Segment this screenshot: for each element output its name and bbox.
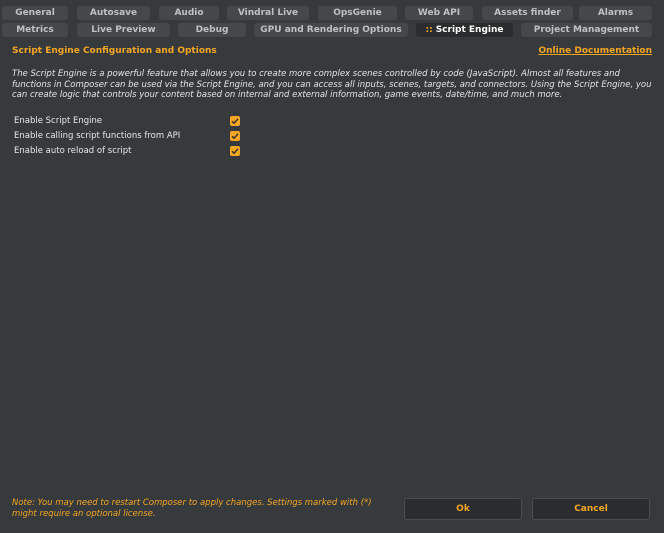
tab-label: Debug bbox=[195, 25, 229, 35]
tab-label: Vindral Live bbox=[237, 8, 299, 18]
tab-label: OpsGenie bbox=[333, 8, 382, 18]
ok-button[interactable]: Ok bbox=[404, 498, 522, 520]
active-tab-marker: :: bbox=[425, 25, 433, 35]
tab-label: Live Preview bbox=[91, 25, 156, 35]
restart-note: Note: You may need to restart Composer t… bbox=[12, 498, 372, 519]
option-label: Enable Script Engine bbox=[14, 116, 103, 126]
tab-alarms[interactable]: Alarms bbox=[579, 6, 652, 20]
tab-vindral-live[interactable]: Vindral Live bbox=[227, 6, 309, 20]
tab-label: General bbox=[15, 8, 55, 18]
checkmark-icon bbox=[231, 133, 239, 140]
tab-label: Alarms bbox=[597, 8, 634, 18]
tab-label: GPU and Rendering Options bbox=[260, 25, 402, 35]
tab-autosave[interactable]: Autosave bbox=[77, 6, 150, 20]
tab-assets-finder[interactable]: Assets finder bbox=[482, 6, 573, 20]
tab-gpu-rendering[interactable]: GPU and Rendering Options bbox=[254, 23, 408, 37]
option-enable-auto-reload: Enable auto reload of script bbox=[14, 145, 244, 157]
section-description: The Script Engine is a powerful feature … bbox=[12, 69, 652, 100]
tab-opsgenie[interactable]: OpsGenie bbox=[318, 6, 397, 20]
online-documentation-link[interactable]: Online Documentation bbox=[538, 46, 652, 56]
option-label: Enable calling script functions from API bbox=[14, 131, 181, 141]
tab-label: Script Engine bbox=[435, 25, 504, 35]
enable-script-engine-checkbox[interactable] bbox=[230, 116, 240, 126]
tab-live-preview[interactable]: Live Preview bbox=[77, 23, 170, 37]
tab-web-api[interactable]: Web API bbox=[405, 6, 473, 20]
tab-script-engine[interactable]: :: Script Engine bbox=[416, 23, 513, 37]
cancel-button[interactable]: Cancel bbox=[532, 498, 650, 520]
tab-label: Assets finder bbox=[494, 8, 561, 18]
tab-debug[interactable]: Debug bbox=[178, 23, 246, 37]
tab-audio[interactable]: Audio bbox=[159, 6, 219, 20]
tab-label: Autosave bbox=[89, 8, 138, 18]
enable-api-script-calls-checkbox[interactable] bbox=[230, 131, 240, 141]
tab-metrics[interactable]: Metrics bbox=[2, 23, 68, 37]
checkmark-icon bbox=[231, 148, 239, 155]
tab-label: Project Management bbox=[533, 25, 640, 35]
enable-auto-reload-checkbox[interactable] bbox=[230, 146, 240, 156]
option-enable-api-script-calls: Enable calling script functions from API bbox=[14, 130, 244, 142]
tab-project-management[interactable]: Project Management bbox=[521, 23, 652, 37]
tab-label: Audio bbox=[174, 8, 204, 18]
option-enable-script-engine: Enable Script Engine bbox=[14, 115, 244, 127]
section-title: Script Engine Configuration and Options bbox=[12, 46, 217, 56]
checkmark-icon bbox=[231, 118, 239, 125]
option-label: Enable auto reload of script bbox=[14, 146, 132, 156]
tab-label: Web API bbox=[417, 8, 461, 18]
tab-label: Metrics bbox=[16, 25, 54, 35]
tab-general[interactable]: General bbox=[2, 6, 68, 20]
